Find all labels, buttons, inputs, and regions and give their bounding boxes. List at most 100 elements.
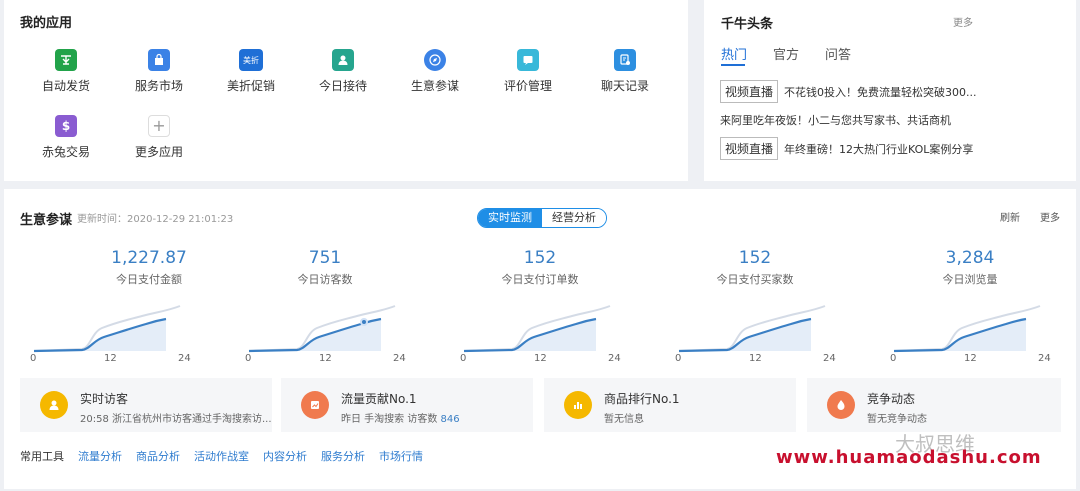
- bar-chart-icon: [564, 391, 592, 419]
- app-label: 评价管理: [503, 79, 552, 93]
- visitor-count: 846: [440, 414, 460, 425]
- update-time: 更新时间：2020-12-29 21:01:23: [77, 214, 234, 225]
- meizhe-logo-icon: 美折: [239, 49, 263, 71]
- trend-sparkline: [893, 305, 1041, 353]
- tool-content-analysis[interactable]: 内容分析: [263, 448, 307, 464]
- axis-tick-label: 0: [890, 353, 897, 364]
- axis-tick-label: 12: [319, 353, 332, 364]
- app-label: 美折促销: [226, 79, 275, 93]
- trend-sparkline: [248, 305, 396, 353]
- card-title: 流量贡献No.1: [341, 392, 417, 406]
- shopping-bag-icon: [148, 49, 170, 71]
- metric-value: 3,284: [945, 248, 995, 268]
- app-label: 自动发货: [41, 79, 90, 93]
- axis-tick-label: 24: [608, 353, 621, 364]
- app-label: 今日接待: [318, 79, 367, 93]
- news-text: 年终重磅！12大热门行业KOL案例分享: [784, 142, 974, 156]
- metric-label: 今日支付订单数: [501, 273, 579, 286]
- news-title: 千牛头条: [721, 17, 774, 32]
- tool-campaign-room[interactable]: 活动作战室: [194, 448, 249, 464]
- app-label: 赤兔交易: [41, 145, 90, 159]
- news-more-link[interactable]: 更多: [953, 14, 973, 29]
- watermark-url: www.huamaodashu.com: [776, 447, 1042, 468]
- news-tag: 视频直播: [720, 80, 779, 103]
- tool-service-analysis[interactable]: 服务分析: [321, 448, 365, 464]
- active-tab-indicator: [721, 64, 745, 66]
- tab-qa[interactable]: 问答: [825, 44, 851, 63]
- card-title: 竞争动态: [867, 392, 916, 406]
- card-product-ranking[interactable]: 商品排行No.1 暂无信息: [544, 378, 796, 432]
- flame-icon: [827, 391, 855, 419]
- card-subtitle: 暂无信息: [604, 414, 644, 425]
- news-item[interactable]: 来阿里吃年夜饭！小二与您共写家书、共话商机: [720, 112, 951, 128]
- app-today-reception[interactable]: 今日接待: [298, 49, 388, 94]
- news-item[interactable]: 视频直播 不花钱0投入！免费流量轻松突破300...: [720, 80, 977, 103]
- card-subtitle: 暂无竞争动态: [867, 414, 927, 425]
- compass-icon: [424, 49, 446, 71]
- app-more-apps[interactable]: + 更多应用: [114, 115, 204, 160]
- app-chitu-trade[interactable]: $ 赤兔交易: [21, 115, 111, 160]
- auto-ship-icon: [55, 49, 77, 71]
- tool-market-trends[interactable]: 市场行情: [379, 448, 423, 464]
- app-review-management[interactable]: 评价管理: [483, 49, 573, 94]
- metric-label: 今日支付金额: [116, 273, 182, 286]
- app-meizhe-promo[interactable]: 美折 美折促销: [206, 49, 296, 94]
- business-more-link[interactable]: 更多: [1040, 209, 1060, 224]
- refresh-button[interactable]: 刷新: [1000, 209, 1020, 224]
- qianniu-news-panel: 千牛头条 更多 热门 官方 问答 视频直播 不花钱0投入！免费流量轻松突破300…: [704, 0, 1076, 181]
- axis-tick-label: 24: [393, 353, 406, 364]
- card-realtime-visitor[interactable]: 实时访客 20:58 浙江省杭州市访客通过手淘搜索访...: [20, 378, 272, 432]
- metric-block[interactable]: 3,284 今日浏览量: [875, 248, 1065, 287]
- hover-point[interactable]: [360, 318, 368, 326]
- axis-tick-label: 24: [178, 353, 191, 364]
- tab-official[interactable]: 官方: [773, 44, 799, 63]
- card-competition[interactable]: 竞争动态 暂无竞争动态: [807, 378, 1061, 432]
- trend-sparkline: [463, 305, 611, 353]
- card-subtitle: 昨日 手淘搜索 访客数 846: [341, 414, 460, 425]
- my-apps-panel: 我的应用 自动发货 服务市场 美折 美折促销 今日接待 生意参谋 评价管理 聊天…: [4, 0, 688, 181]
- axis-tick-label: 12: [534, 353, 547, 364]
- card-title: 商品排行No.1: [604, 392, 680, 406]
- common-tools: 常用工具 流量分析 商品分析 活动作战室 内容分析 服务分析 市场行情: [20, 448, 423, 464]
- metric-value: 152: [523, 248, 557, 268]
- metric-label: 今日浏览量: [942, 273, 998, 286]
- axis-tick-label: 12: [964, 353, 977, 364]
- metric-value: 1,227.87: [111, 248, 187, 268]
- chat-record-icon: [614, 49, 636, 71]
- app-label: 生意参谋: [410, 79, 459, 93]
- card-title: 实时访客: [80, 392, 129, 406]
- news-tag: 视频直播: [720, 137, 779, 160]
- metric-block[interactable]: 751 今日访客数: [230, 248, 420, 287]
- toggle-analysis[interactable]: 经营分析: [542, 209, 606, 227]
- metric-block[interactable]: 152 今日支付买家数: [660, 248, 850, 287]
- trend-sparkline: [33, 305, 181, 353]
- axis-tick-label: 24: [823, 353, 836, 364]
- axis-tick-label: 24: [1038, 353, 1051, 364]
- trend-sparkline: [678, 305, 826, 353]
- tools-label: 常用工具: [20, 450, 64, 463]
- axis-tick-label: 12: [104, 353, 117, 364]
- app-service-market[interactable]: 服务市场: [114, 49, 204, 94]
- metric-block[interactable]: 152 今日支付订单数: [445, 248, 635, 287]
- app-business-advisor[interactable]: 生意参谋: [390, 49, 480, 94]
- toggle-realtime[interactable]: 实时监测: [478, 209, 542, 227]
- trend-chart-icon: [301, 391, 329, 419]
- news-text: 不花钱0投入！免费流量轻松突破300...: [784, 85, 977, 99]
- news-text: 来阿里吃年夜饭！小二与您共写家书、共话商机: [720, 114, 951, 127]
- app-auto-ship[interactable]: 自动发货: [21, 49, 111, 94]
- card-traffic-contribution[interactable]: 流量贡献No.1 昨日 手淘搜索 访客数 846: [281, 378, 533, 432]
- metric-block[interactable]: 1,227.87 今日支付金额: [54, 248, 244, 287]
- metric-label: 今日访客数: [297, 273, 353, 286]
- tool-product-analysis[interactable]: 商品分析: [136, 448, 180, 464]
- axis-tick-label: 0: [675, 353, 682, 364]
- tab-hot[interactable]: 热门: [721, 44, 747, 63]
- axis-tick-label: 0: [30, 353, 37, 364]
- business-title: 生意参谋: [20, 213, 73, 228]
- customer-service-icon: [332, 49, 354, 71]
- app-label: 服务市场: [134, 79, 183, 93]
- news-item[interactable]: 视频直播 年终重磅！12大热门行业KOL案例分享: [720, 137, 973, 160]
- plus-icon: +: [148, 115, 170, 137]
- app-chat-record[interactable]: 聊天记录: [580, 49, 670, 94]
- tool-traffic-analysis[interactable]: 流量分析: [78, 448, 122, 464]
- axis-tick-label: 0: [245, 353, 252, 364]
